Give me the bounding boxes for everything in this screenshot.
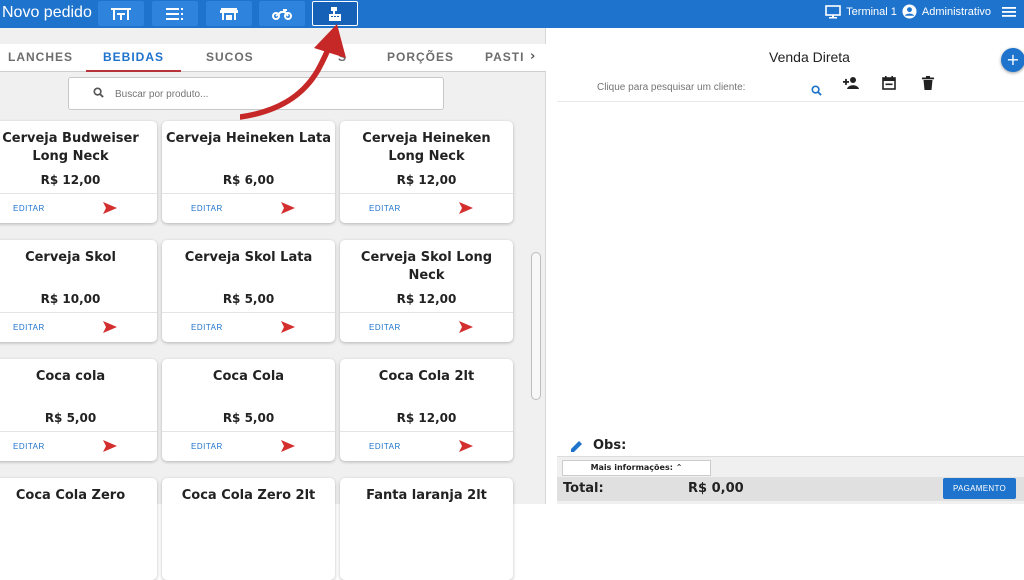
product-name: Coca Cola 2lt <box>378 369 475 384</box>
product-card[interactable]: Coca Cola Zero <box>0 478 157 580</box>
product-name: Coca Cola <box>212 369 285 384</box>
product-card[interactable]: Cerveja Skol Long Neck R$ 12,00 EDITAR <box>340 240 513 342</box>
plus-icon: + <box>1006 50 1020 69</box>
monitor-icon <box>825 4 841 18</box>
send-icon[interactable] <box>459 321 473 333</box>
tabs-next-icon[interactable]: › <box>530 49 535 64</box>
product-price: R$ 5,00 <box>222 292 275 306</box>
user-name[interactable]: Administrativo <box>922 6 991 18</box>
obs-label: Obs: <box>593 438 627 453</box>
tab-pastis[interactable]: PASTI <box>485 50 524 64</box>
edit-button[interactable]: EDITAR <box>191 442 223 451</box>
send-icon[interactable] <box>281 440 295 452</box>
chevron-up-icon: ⌃ <box>675 463 683 472</box>
product-name: Coca cola <box>35 369 106 384</box>
product-price: R$ 5,00 <box>44 411 97 425</box>
edit-button[interactable]: EDITAR <box>369 442 401 451</box>
product-list-scrollbar[interactable] <box>531 252 541 400</box>
product-name: Cerveja Skol <box>25 250 116 265</box>
product-name: Cerveja Skol Long Neck <box>360 250 493 283</box>
add-button[interactable]: + <box>1001 48 1024 72</box>
product-name: Coca Cola Zero <box>15 488 126 503</box>
more-info-label: Mais informações: <box>590 463 673 472</box>
edit-button[interactable]: EDITAR <box>191 204 223 213</box>
top-bar: Novo pedido Terminal 1 Administrativo <box>0 0 1024 28</box>
tab-porcoes[interactable]: PORÇÕES <box>387 50 454 64</box>
tables-button[interactable] <box>98 1 144 26</box>
send-icon[interactable] <box>103 202 117 214</box>
product-price: R$ 5,00 <box>222 411 275 425</box>
edit-button[interactable]: EDITAR <box>369 323 401 332</box>
client-search[interactable] <box>597 78 832 102</box>
product-card[interactable]: Coca Cola R$ 5,00 EDITAR <box>162 359 335 461</box>
hamburger-menu-icon[interactable] <box>1002 6 1016 18</box>
product-card[interactable]: Cerveja Budweiser Long Neck R$ 12,00 EDI… <box>0 121 157 223</box>
product-card[interactable]: Cerveja Skol R$ 10,00 EDITAR <box>0 240 157 342</box>
product-price: R$ 12,00 <box>396 411 457 425</box>
product-name: Cerveja Heineken Long Neck <box>362 131 491 164</box>
pencil-icon <box>571 440 582 452</box>
product-card[interactable]: Fanta laranja 2lt <box>340 478 513 580</box>
obs-section[interactable]: Obs: <box>571 438 626 453</box>
product-name: Cerveja Heineken Lata <box>166 131 331 146</box>
search-icon <box>93 87 104 98</box>
product-price: R$ 12,00 <box>40 173 101 187</box>
divider <box>557 101 1024 102</box>
add-client-icon[interactable] <box>843 76 859 90</box>
send-icon[interactable] <box>281 202 295 214</box>
product-name: Coca Cola Zero 2lt <box>181 488 316 503</box>
sale-panel: Venda Direta + Obs: Mais informações: ⌃ … <box>557 28 1024 504</box>
send-icon[interactable] <box>103 321 117 333</box>
send-icon[interactable] <box>459 440 473 452</box>
search-icon[interactable] <box>811 85 822 96</box>
more-info-toggle[interactable]: Mais informações: ⌃ <box>562 460 711 476</box>
trash-icon[interactable] <box>922 76 934 90</box>
product-card[interactable]: Cerveja Heineken Lata R$ 6,00 EDITAR <box>162 121 335 223</box>
product-card[interactable]: Coca Cola Zero 2lt <box>162 478 335 580</box>
product-price: R$ 6,00 <box>222 173 275 187</box>
page-title: Novo pedido <box>2 4 92 21</box>
product-price: R$ 10,00 <box>40 292 101 306</box>
edit-button[interactable]: EDITAR <box>13 323 45 332</box>
annotation-arrow-icon <box>240 24 346 120</box>
send-icon[interactable] <box>103 440 117 452</box>
total-row: Total: R$ 0,00 PAGAMENTO <box>557 477 1024 501</box>
send-icon[interactable] <box>459 202 473 214</box>
total-value: R$ 0,00 <box>688 481 744 496</box>
sale-footer: Mais informações: ⌃ Total: R$ 0,00 PAGAM… <box>557 456 1024 504</box>
product-name: Cerveja Budweiser Long Neck <box>2 131 139 164</box>
client-search-input[interactable] <box>597 82 797 93</box>
product-price: R$ 12,00 <box>396 173 457 187</box>
list-icon <box>166 7 183 20</box>
product-card[interactable]: Coca Cola 2lt R$ 12,00 EDITAR <box>340 359 513 461</box>
tab-lanches[interactable]: LANCHES <box>8 50 73 64</box>
sale-title: Venda Direta <box>769 49 850 65</box>
edit-button[interactable]: EDITAR <box>191 323 223 332</box>
product-card[interactable]: Cerveja Skol Lata R$ 5,00 EDITAR <box>162 240 335 342</box>
total-label: Total: <box>563 481 604 496</box>
product-card[interactable]: Cerveja Heineken Long Neck R$ 12,00 EDIT… <box>340 121 513 223</box>
store-icon <box>220 7 238 20</box>
edit-button[interactable]: EDITAR <box>13 204 45 213</box>
product-name: Cerveja Skol Lata <box>184 250 313 265</box>
orders-list-button[interactable] <box>152 1 198 26</box>
product-price: R$ 12,00 <box>396 292 457 306</box>
product-name: Fanta laranja 2lt <box>366 488 487 503</box>
calendar-icon[interactable] <box>882 76 896 90</box>
tab-bebidas[interactable]: BEBIDAS <box>103 50 164 64</box>
edit-button[interactable]: EDITAR <box>369 204 401 213</box>
payment-button[interactable]: PAGAMENTO <box>943 478 1016 499</box>
tables-icon <box>111 7 131 20</box>
product-card[interactable]: Coca cola R$ 5,00 EDITAR <box>0 359 157 461</box>
send-icon[interactable] <box>281 321 295 333</box>
edit-button[interactable]: EDITAR <box>13 442 45 451</box>
active-tab-indicator <box>86 70 181 72</box>
user-account-icon <box>902 4 917 19</box>
terminal-label[interactable]: Terminal 1 <box>846 6 897 18</box>
